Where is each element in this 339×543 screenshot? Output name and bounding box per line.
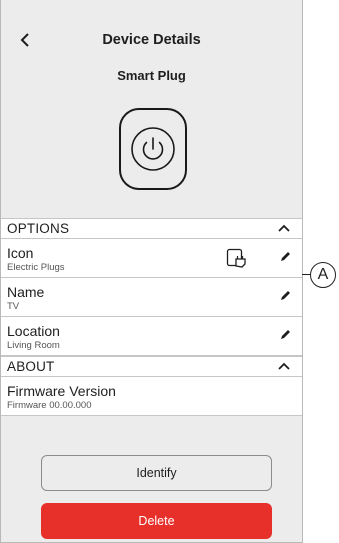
power-icon — [131, 127, 175, 171]
about-section-header[interactable]: ABOUT — [1, 356, 302, 377]
header: Device Details Smart Plug — [1, 0, 302, 90]
option-row-name: Name TV — [1, 278, 302, 317]
about-title: Firmware Version — [7, 383, 116, 399]
callout-label: A — [310, 262, 336, 288]
options-section-header[interactable]: OPTIONS — [1, 218, 302, 239]
option-value: Living Room — [7, 340, 60, 351]
option-title: Name — [7, 284, 45, 300]
options-section-title: OPTIONS — [7, 221, 70, 236]
edit-icon-button[interactable] — [279, 289, 292, 302]
edit-icon-button[interactable] — [279, 250, 292, 263]
option-title: Location — [7, 323, 60, 339]
identify-button[interactable]: Identify — [41, 455, 272, 491]
option-value: TV — [7, 301, 20, 312]
option-row-icon: Icon Electric Plugs — [1, 239, 302, 278]
chevron-up-icon[interactable] — [278, 223, 290, 233]
option-title: Icon — [7, 245, 34, 261]
about-value: Firmware 00.00.000 — [7, 400, 92, 411]
chevron-up-icon[interactable] — [278, 361, 290, 371]
device-name: Smart Plug — [117, 68, 186, 83]
option-row-location: Location Living Room — [1, 317, 302, 356]
delete-button[interactable]: Delete — [41, 503, 272, 539]
power-toggle-button[interactable] — [119, 108, 187, 190]
edit-icon-button[interactable] — [279, 328, 292, 341]
about-section-title: ABOUT — [7, 359, 55, 374]
about-row-firmware: Firmware Version Firmware 00.00.000 — [1, 377, 302, 416]
page-title: Device Details — [102, 32, 201, 48]
plug-icon — [226, 248, 246, 268]
device-details-screen: Device Details Smart Plug OPTIONS Icon E… — [0, 0, 303, 543]
option-value: Electric Plugs — [7, 262, 65, 273]
